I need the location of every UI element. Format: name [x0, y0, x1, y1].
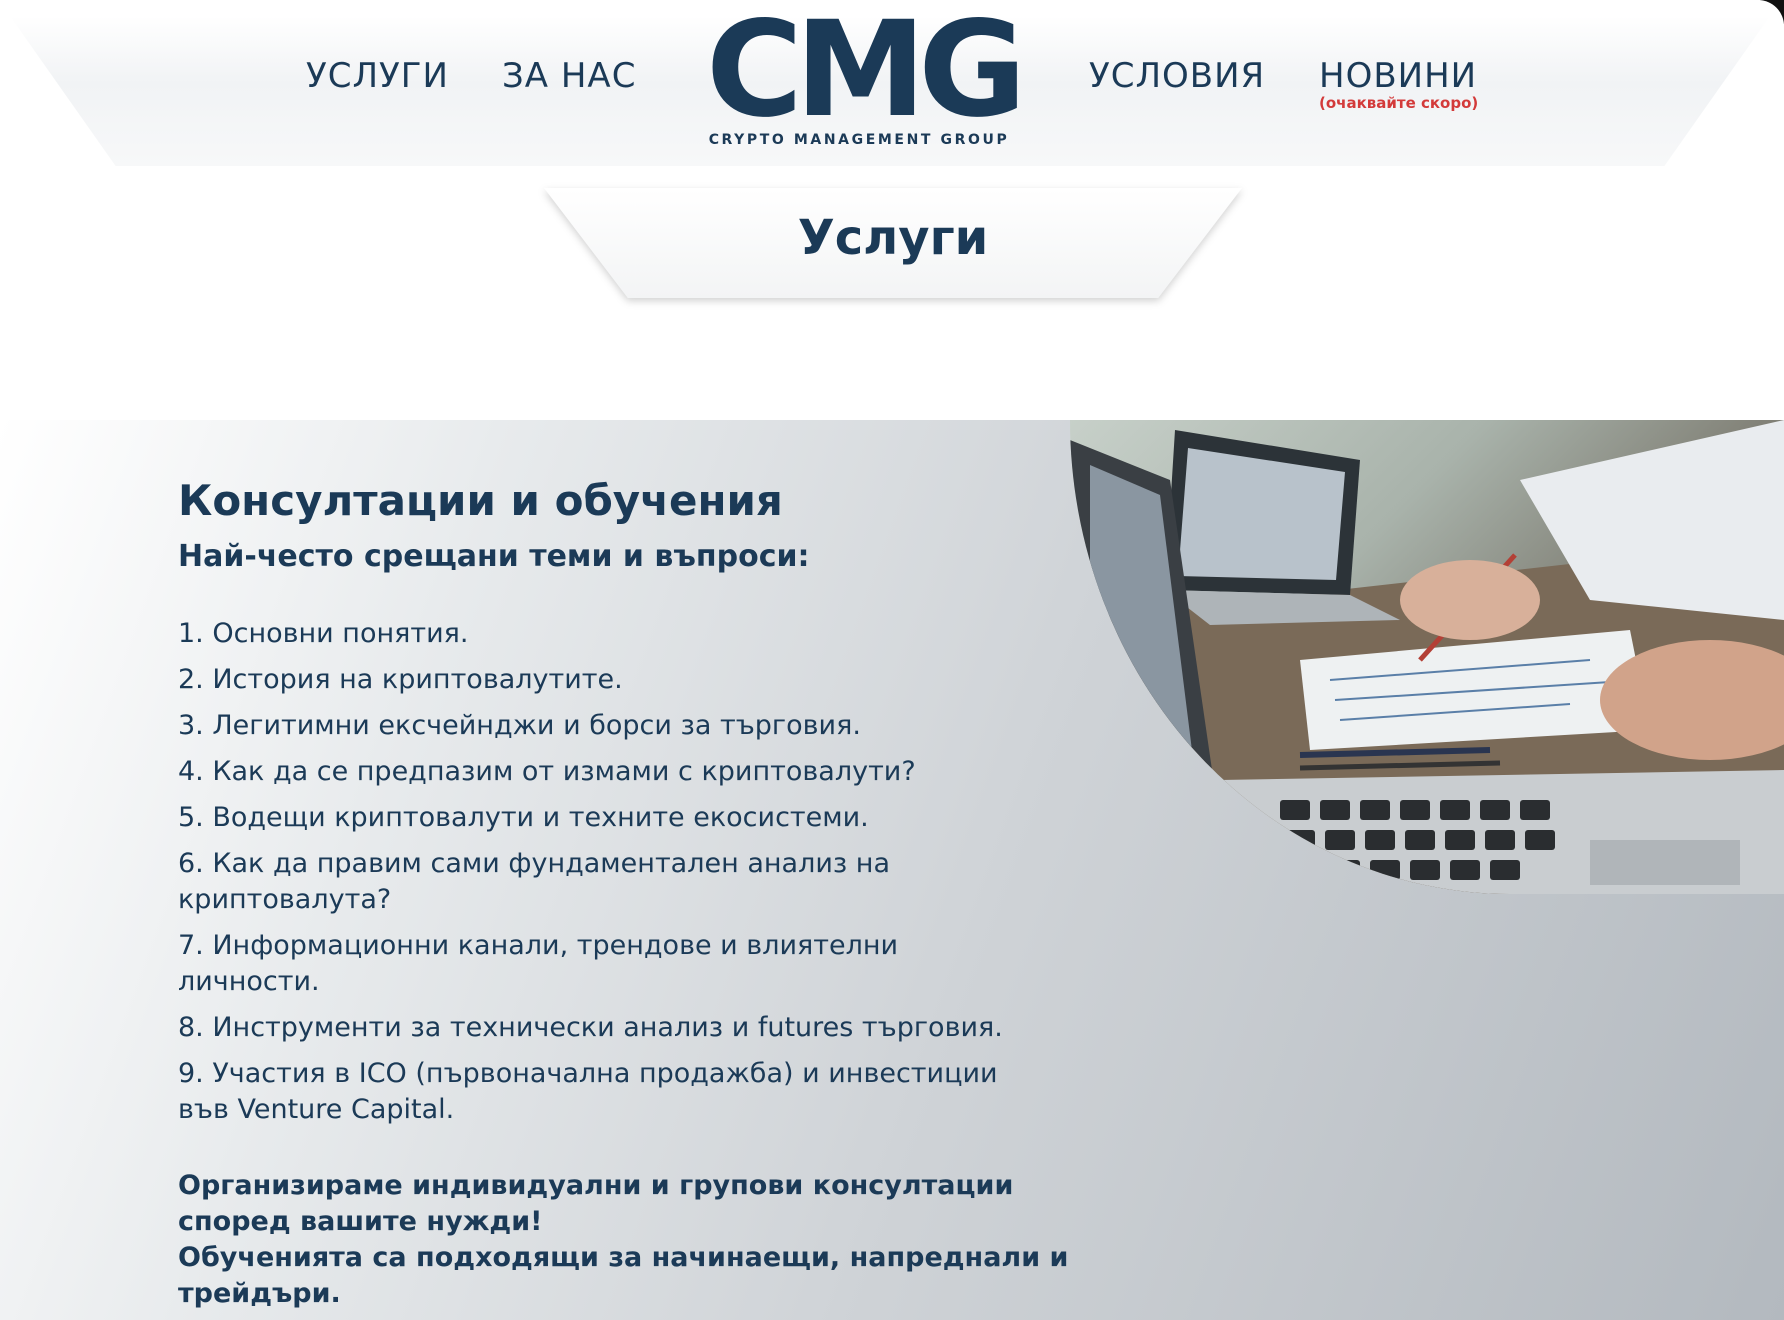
consultation-note: Организираме индивидуални и групови конс…: [178, 1168, 1078, 1312]
topic-item: 6. Как да правим сами фундаментален анал…: [178, 848, 891, 915]
news-coming-soon-note: (очаквайте скоро): [1319, 94, 1479, 112]
section-heading: Консултации и обучения: [178, 476, 783, 525]
services-panel: Консултации и обучения Най-често срещани…: [0, 420, 1784, 1320]
consultation-note-line1: Организираме индивидуални и групови конс…: [178, 1170, 1014, 1237]
nav-terms[interactable]: УСЛОВИЯ: [1089, 56, 1265, 96]
topics-list: 1. Основни понятия. 2. История на крипто…: [178, 616, 1078, 1128]
logo-tagline: CRYPTO MANAGEMENT GROUP: [708, 132, 1010, 148]
consultation-note-line2: Обученията са подходящи за начинаещи, на…: [178, 1242, 1069, 1309]
topic-item: 4. Как да се предпазим от измами с крипт…: [178, 756, 916, 787]
logo[interactable]: CMG CRYPTO MANAGEMENT GROUP: [706, 0, 1027, 154]
nav-news[interactable]: НОВИНИ: [1319, 56, 1477, 96]
laptops-photo: [1070, 420, 1784, 894]
nav-about[interactable]: ЗА НАС: [502, 56, 636, 96]
logo-mark: CMG: [706, 0, 1027, 147]
topic-item: 9. Участия в ICO (първоначална продажба)…: [178, 1058, 998, 1125]
topic-item: 2. История на криптовалутите.: [178, 664, 623, 695]
topic-item: 1. Основни понятия.: [178, 618, 469, 649]
page-title: Услуги: [797, 210, 989, 266]
services-content: Консултации и обучения Най-често срещани…: [178, 476, 1078, 1312]
topic-item: 8. Инструменти за технически анализ и fu…: [178, 1012, 1003, 1043]
site-header: УСЛУГИ ЗА НАС CMG CRYPTO MANAGEMENT GROU…: [0, 0, 1784, 166]
nav-services[interactable]: УСЛУГИ: [306, 56, 449, 96]
page: УСЛУГИ ЗА НАС CMG CRYPTO MANAGEMENT GROU…: [0, 0, 1784, 1320]
topic-item: 5. Водещи криптовалути и техните екосист…: [178, 802, 869, 833]
topic-item: 3. Легитимни ексчейнджи и борси за търго…: [178, 710, 861, 741]
section-subheading: Най-често срещани теми и въпроси:: [178, 539, 810, 574]
topic-item: 7. Информационни канали, трендове и влия…: [178, 930, 899, 997]
